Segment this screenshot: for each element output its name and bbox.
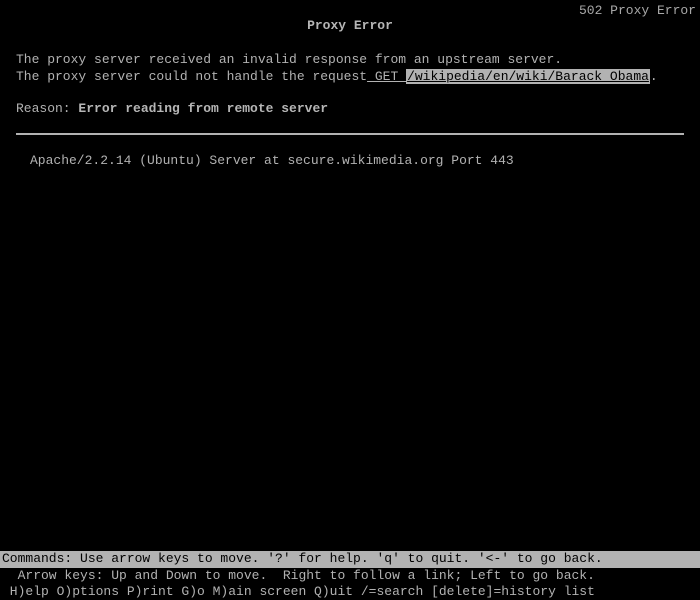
reason-block: Reason: Error reading from remote server <box>16 101 684 117</box>
error-line-2-suffix: . <box>650 69 658 84</box>
divider <box>16 133 684 135</box>
error-heading: Proxy Error <box>16 18 684 34</box>
request-path-link[interactable]: /wikipedia/en/wiki/Barack_Obama <box>406 69 650 84</box>
terminal-screen: 502 Proxy Error Proxy Error The proxy se… <box>0 0 700 600</box>
reason-text: Error reading from remote server <box>78 101 328 116</box>
window-title: 502 Proxy Error <box>579 3 696 19</box>
lynx-status-bar: Commands: Use arrow keys to move. '?' fo… <box>0 551 700 600</box>
error-line-2-prefix: The proxy server could not handle the re… <box>16 69 367 84</box>
page-content: Proxy Error The proxy server received an… <box>16 18 684 169</box>
server-signature: Apache/2.2.14 (Ubuntu) Server at secure.… <box>30 153 684 169</box>
status-line-commands: Commands: Use arrow keys to move. '?' fo… <box>0 551 700 567</box>
error-line-1: The proxy server received an invalid res… <box>16 52 684 68</box>
status-line-keys: H)elp O)ptions P)rint G)o M)ain screen Q… <box>0 584 700 600</box>
request-method-link[interactable]: GET <box>367 69 406 84</box>
status-line-arrows: Arrow keys: Up and Down to move. Right t… <box>0 568 700 584</box>
reason-label: Reason: <box>16 101 78 116</box>
error-line-2: The proxy server could not handle the re… <box>16 69 684 85</box>
